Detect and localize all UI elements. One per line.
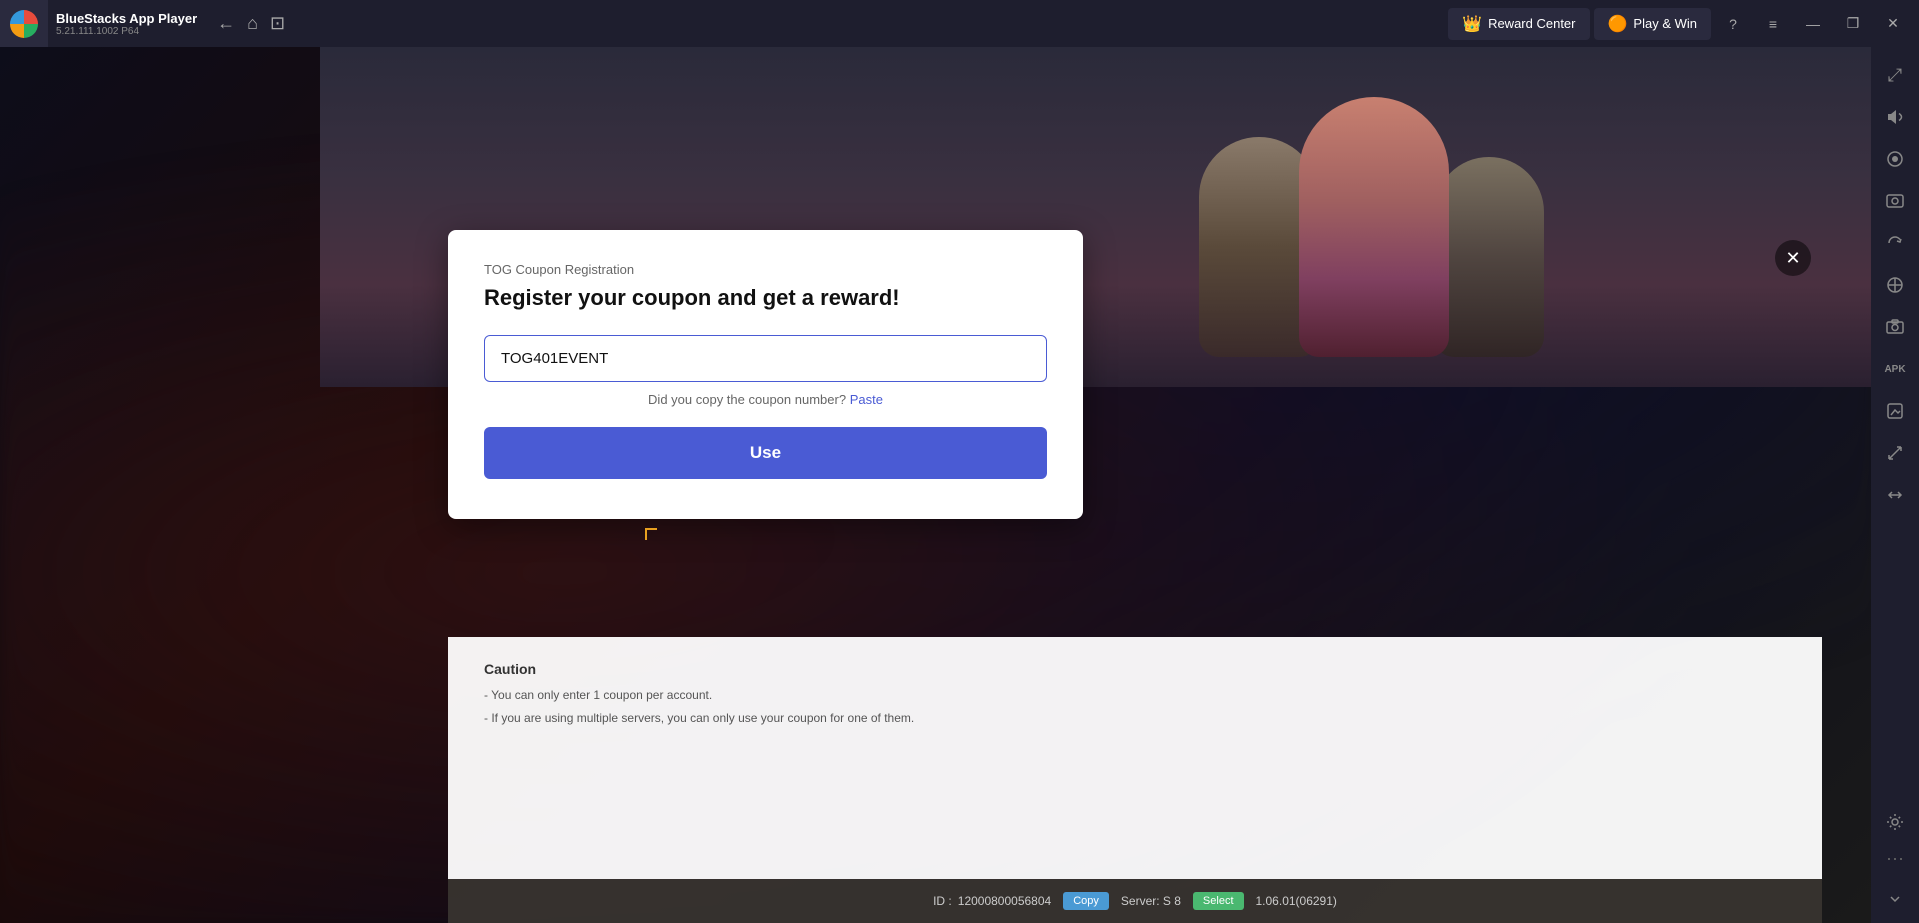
settings-icon[interactable] [1875, 802, 1915, 842]
expand-icon[interactable]: ⤢ [1875, 55, 1915, 95]
dialog-content: TOG Coupon Registration Register your co… [448, 230, 1083, 519]
dialog-title: Register your coupon and get a reward! [484, 285, 1047, 311]
camera-icon[interactable] [1875, 307, 1915, 347]
crown-icon: 👑 [1462, 14, 1482, 34]
bluestacks-logo-icon [10, 10, 38, 38]
location-icon[interactable] [1875, 265, 1915, 305]
main-content: ✕ TOG Coupon Registration Register your … [0, 47, 1871, 923]
restore-button[interactable]: ❐ [1835, 6, 1871, 42]
banner-characters [1071, 57, 1671, 357]
id-label: ID : [933, 894, 952, 908]
apk-icon[interactable]: APK [1875, 349, 1915, 389]
menu-button[interactable]: ≡ [1755, 6, 1791, 42]
coin-icon: 🟠 [1608, 14, 1628, 34]
resize-icon[interactable] [1875, 433, 1915, 473]
server-info: Server: S 8 [1121, 894, 1181, 908]
app-version: 5.21.111.1002 P64 [56, 26, 197, 37]
dialog-subtitle: TOG Coupon Registration [484, 262, 1047, 277]
play-win-label: Play & Win [1633, 16, 1697, 31]
select-server-button[interactable]: Select [1193, 892, 1244, 910]
version-value: 1.06.01(06291) [1256, 894, 1337, 908]
help-button[interactable]: ? [1715, 6, 1751, 42]
character-3 [1434, 157, 1544, 357]
use-coupon-button[interactable]: Use [484, 427, 1047, 479]
coupon-dialog: TOG Coupon Registration Register your co… [448, 230, 1083, 519]
caution-title: Caution [484, 661, 1786, 677]
game-info-bar: ID : 12000800056804 Copy Server: S 8 Sel… [448, 879, 1822, 923]
reward-center-button[interactable]: 👑 Reward Center [1448, 8, 1589, 40]
version-info: 1.06.01(06291) [1256, 894, 1337, 908]
shake-icon[interactable] [1875, 475, 1915, 515]
close-button[interactable]: ✕ [1875, 6, 1911, 42]
more-options-icon[interactable]: ··· [1886, 848, 1904, 869]
expand-sidebar-icon[interactable] [1875, 879, 1915, 919]
tabs-button[interactable]: ⊡ [270, 13, 285, 34]
app-logo [0, 0, 48, 47]
record-icon[interactable] [1875, 139, 1915, 179]
id-info: ID : 12000800056804 [933, 894, 1051, 908]
rotation-icon[interactable] [1875, 223, 1915, 263]
caution-item-2: - If you are using multiple servers, you… [484, 710, 1786, 727]
character-2 [1299, 97, 1449, 357]
reward-center-label: Reward Center [1488, 16, 1575, 31]
paste-hint-text: Did you copy the coupon number? [648, 392, 846, 407]
paste-hint: Did you copy the coupon number? Paste [484, 392, 1047, 407]
screenshot-icon[interactable] [1875, 181, 1915, 221]
app-name: BlueStacks App Player [56, 11, 197, 26]
screenshot2-icon[interactable] [1875, 391, 1915, 431]
back-button[interactable]: ← [217, 13, 235, 34]
home-button[interactable]: ⌂ [247, 13, 258, 34]
right-sidebar: ⤢ APK ··· [1871, 47, 1919, 923]
dialog-close-button[interactable]: ✕ [1775, 240, 1811, 276]
titlebar: BlueStacks App Player 5.21.111.1002 P64 … [0, 0, 1919, 47]
copy-id-button[interactable]: Copy [1063, 892, 1109, 910]
titlebar-right: 👑 Reward Center 🟠 Play & Win ? ≡ — ❐ ✕ [1448, 6, 1919, 42]
server-label: Server: S 8 [1121, 894, 1181, 908]
id-value: 12000800056804 [958, 894, 1051, 908]
caution-item-1: - You can only enter 1 coupon per accoun… [484, 687, 1786, 704]
paste-link[interactable]: Paste [850, 392, 883, 407]
volume-icon[interactable] [1875, 97, 1915, 137]
nav-controls: ← ⌂ ⊡ [217, 13, 285, 34]
play-win-button[interactable]: 🟠 Play & Win [1594, 8, 1712, 40]
coupon-input[interactable] [484, 335, 1047, 382]
minimize-button[interactable]: — [1795, 6, 1831, 42]
app-name-section: BlueStacks App Player 5.21.111.1002 P64 [56, 11, 197, 37]
